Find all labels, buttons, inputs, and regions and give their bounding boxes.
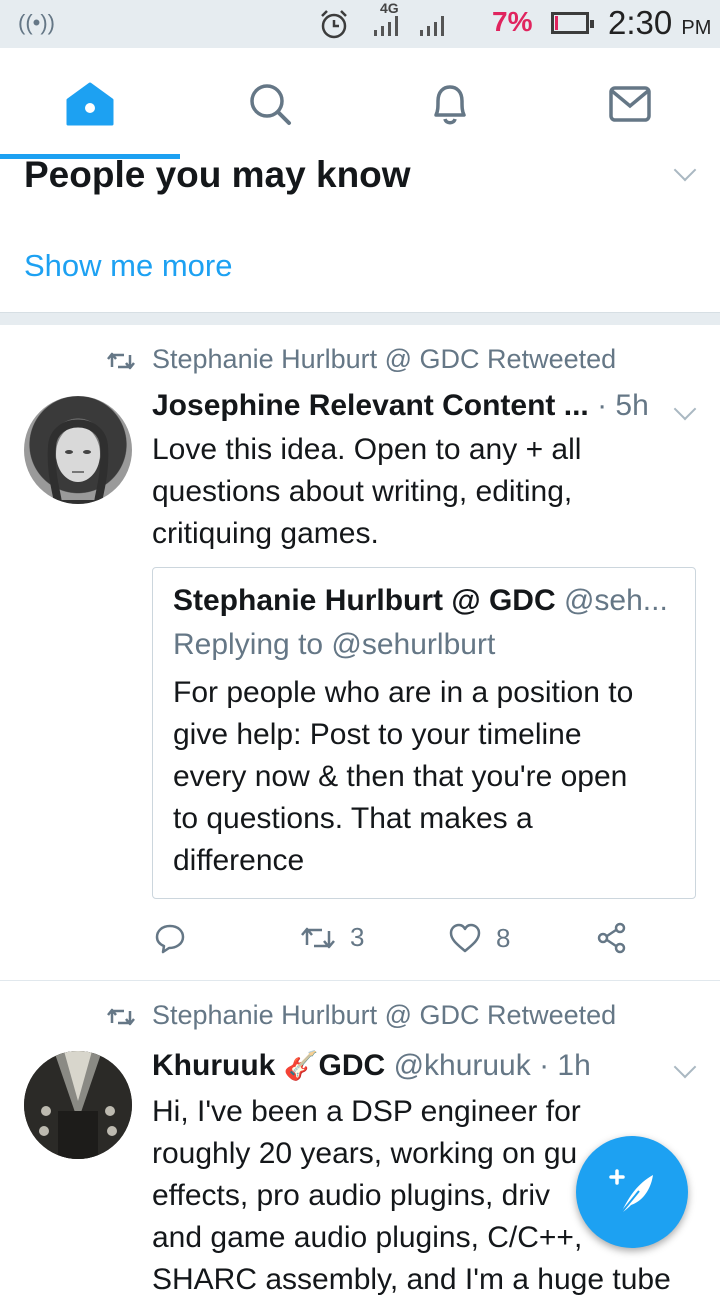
reply-icon [155, 924, 185, 954]
author-name[interactable]: Josephine Relevant Content ... [152, 389, 589, 422]
quoted-tweet-text: For people who are in a position to give… [173, 672, 683, 882]
section-title: People you may know [24, 154, 411, 195]
battery-percent: 7% [492, 6, 533, 37]
retweet-button[interactable]: 3 [300, 922, 364, 953]
alarm-icon [321, 10, 347, 39]
tweet-text-line: critiquing games. [152, 517, 379, 550]
home-icon [66, 82, 114, 126]
quoted-tweet[interactable]: Stephanie Hurlburt @ GDC @seh... Replyin… [152, 567, 696, 899]
signal-icon [420, 16, 444, 36]
tweet-menu-chevron-icon[interactable] [673, 397, 697, 421]
like-button[interactable]: 8 [448, 922, 510, 954]
clock: 2:30 PM [608, 4, 711, 42]
quoted-author-name: Stephanie Hurlburt @ GDC [173, 584, 556, 617]
share-icon [597, 922, 626, 954]
author-name[interactable]: Khuruuk [152, 1049, 275, 1082]
compose-tweet-button[interactable] [576, 1136, 688, 1248]
tab-notifications[interactable] [360, 48, 540, 160]
broadcast-icon: ((•)) [18, 10, 56, 35]
show-more-link[interactable]: Show me more [24, 248, 232, 284]
battery-icon [551, 12, 594, 34]
retweeted-by: Stephanie Hurlburt @ GDC Retweeted [152, 1000, 617, 1030]
tweet-header: Khuruuk 🎸GDC @khuruuk · 1h [152, 1049, 591, 1083]
guitar-icon: 🎸 [283, 1050, 319, 1081]
quoted-text-line: give help: Post to your timeline [173, 718, 582, 751]
retweet-count: 3 [350, 922, 365, 952]
tab-messages[interactable] [540, 48, 720, 160]
author-name-suffix: GDC [318, 1049, 386, 1082]
tweet-handle-time: @khuruuk · 1h [393, 1049, 591, 1082]
tweet-text: Love this idea. Open to any + all questi… [152, 429, 622, 555]
show-more-row: Show me more [0, 220, 720, 312]
people-you-may-know: People you may know [0, 154, 720, 221]
quoted-text-line: For people who are in a position to [173, 676, 634, 709]
network-type-label: 4G [380, 0, 399, 16]
tab-home[interactable] [0, 48, 180, 160]
quoted-tweet-header: Stephanie Hurlburt @ GDC @seh... [173, 584, 668, 618]
clock-ampm: PM [681, 17, 712, 39]
quoted-text-line: to questions. That makes a [173, 802, 533, 835]
retweeted-by: Stephanie Hurlburt @ GDC Retweeted [152, 344, 617, 374]
chevron-down-icon[interactable] [673, 158, 697, 182]
quoted-author-handle: @seh... [563, 584, 668, 617]
tab-search[interactable] [180, 48, 360, 160]
compose-feather-icon [609, 1169, 653, 1214]
top-navigation [0, 48, 720, 161]
tweet-text-line: questions about writing, editing, [152, 475, 573, 508]
avatar[interactable] [24, 1051, 132, 1159]
mail-icon [609, 86, 651, 122]
quoted-text-line: difference [173, 844, 305, 877]
heart-icon [449, 923, 481, 953]
tweet-time: · 5h [597, 389, 649, 422]
share-button[interactable] [596, 922, 628, 954]
bell-icon [434, 85, 466, 125]
tweet-text-line: Love this idea. Open to any + all [152, 433, 582, 466]
clock-time: 2:30 [608, 4, 673, 41]
tweet-text-line: Hi, I've been a DSP engineer for [152, 1095, 581, 1128]
quoted-text-line: every now & then that you're open [173, 760, 628, 793]
retweet-icon [107, 352, 135, 370]
avatar-photo [24, 1051, 132, 1159]
tweet-text-line: SHARC assembly, and I'm a huge tube [152, 1263, 671, 1296]
like-count: 8 [496, 922, 511, 953]
tweet-menu-chevron-icon[interactable] [673, 1055, 697, 1079]
avatar-photo [47, 419, 109, 504]
status-bar: ((•)) 4G 7% 2:30 PM [0, 0, 720, 48]
section-divider [0, 312, 720, 326]
search-icon [250, 84, 291, 125]
reply-button[interactable] [154, 922, 186, 954]
retweet-icon [107, 1008, 135, 1026]
replying-to: Replying to @sehurlburt [173, 628, 496, 661]
avatar[interactable] [24, 396, 132, 504]
retweet-icon [301, 927, 335, 948]
tweet-header: Josephine Relevant Content ... · 5h [152, 389, 649, 423]
